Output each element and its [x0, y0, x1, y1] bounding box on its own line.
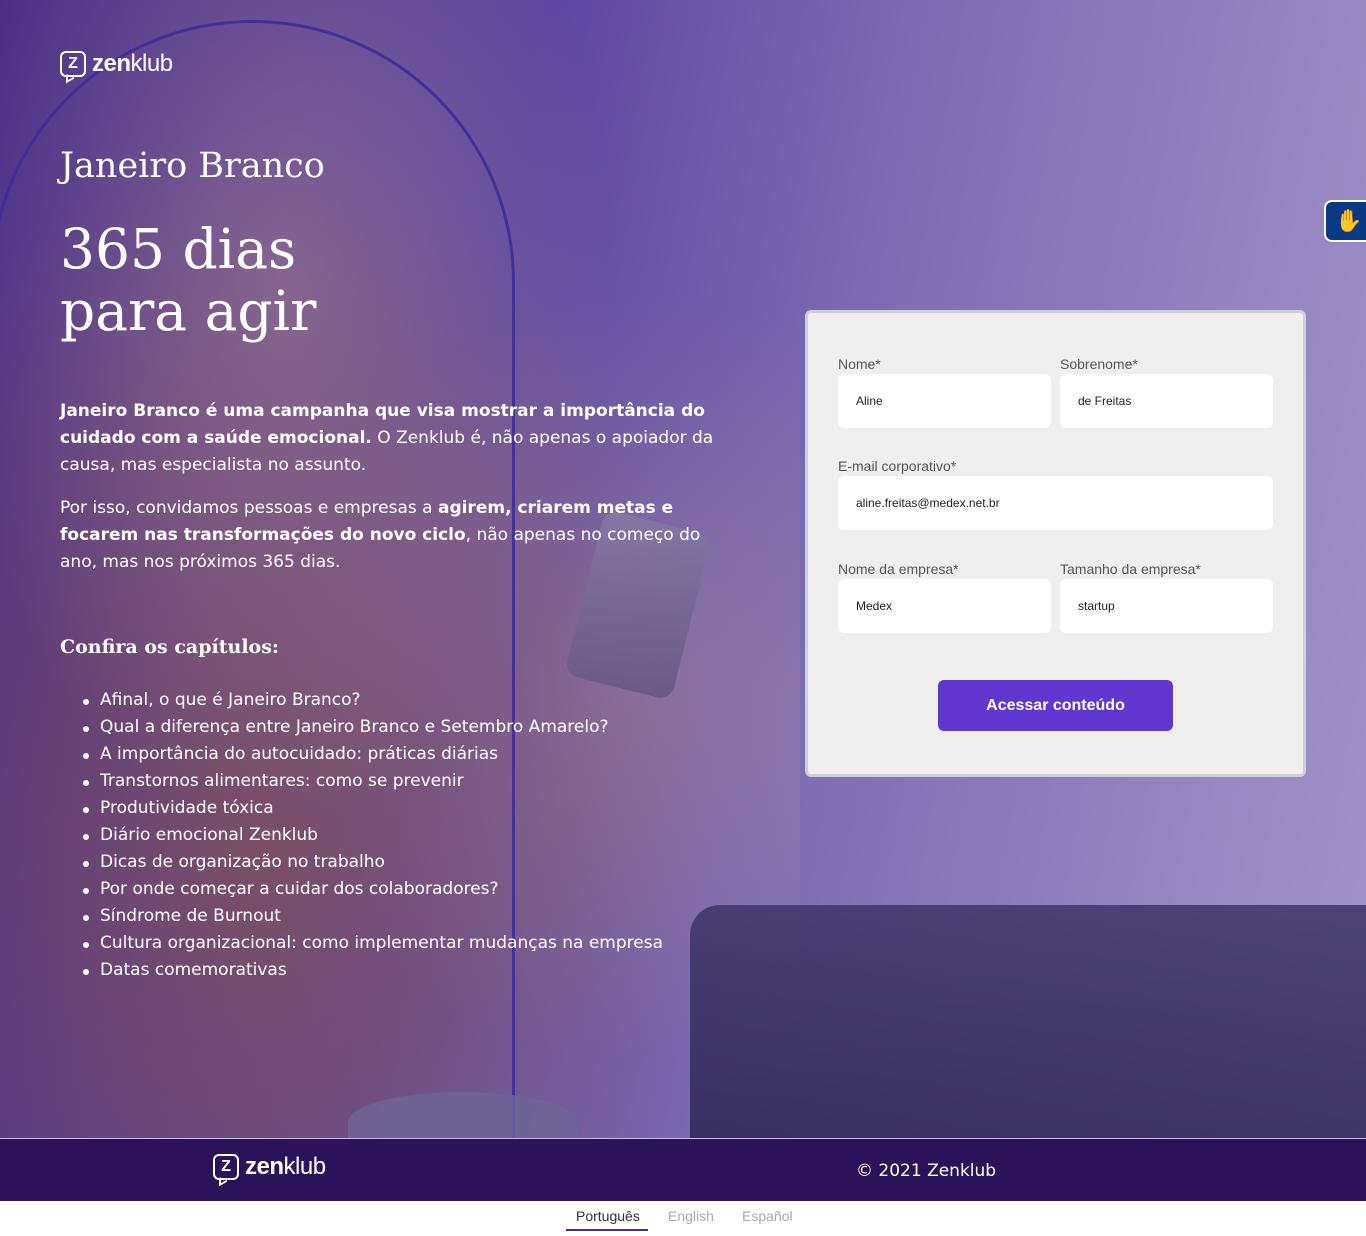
lead-form: Nome* Aline Sobrenome* de Freitas E-mail… — [805, 310, 1306, 777]
list-item: A importância do autocuidado: práticas d… — [82, 741, 663, 768]
email-label: E-mail corporativo* — [838, 458, 957, 474]
last-name-input[interactable]: de Freitas — [1060, 374, 1273, 428]
list-item: Por onde começar a cuidar dos colaborado… — [82, 876, 663, 903]
language-switcher: Português English Español — [0, 1201, 1366, 1236]
logo-wordmark: zenklub — [245, 1153, 326, 1180]
active-language-indicator — [566, 1229, 648, 1231]
list-item: Síndrome de Burnout — [82, 903, 663, 930]
list-item: Produtividade tóxica — [82, 795, 663, 822]
email-field[interactable]: aline.freitas@medex.net.br — [838, 476, 1273, 530]
list-item: Afinal, o que é Janeiro Branco? — [82, 687, 663, 714]
language-spanish[interactable]: Español — [742, 1208, 793, 1224]
intro-paragraph-1: Janeiro Branco é uma campanha que visa m… — [60, 401, 714, 475]
list-item: Datas comemorativas — [82, 957, 663, 984]
language-english[interactable]: English — [668, 1208, 714, 1224]
first-name-input[interactable]: Aline — [838, 374, 1051, 428]
list-item: Dicas de organização no trabalho — [82, 849, 663, 876]
company-name-label: Nome da empresa* — [838, 561, 959, 577]
headline-line-1: 365 dias — [60, 217, 297, 281]
company-name-input[interactable]: Medex — [838, 579, 1051, 633]
chapters-list: Afinal, o que é Janeiro Branco? Qual a d… — [82, 687, 663, 984]
intro-text: Janeiro Branco é uma campanha que visa m… — [60, 398, 720, 592]
language-portuguese[interactable]: Português — [576, 1208, 640, 1224]
list-item: Transtornos alimentares: como se preveni… — [82, 768, 663, 795]
logo-wordmark: zenklub — [92, 50, 173, 77]
headline-line-2: para agir — [60, 279, 317, 343]
hero-section: Z zenklub Janeiro Branco 365 dias para a… — [0, 0, 1366, 1138]
zenklub-logo-icon: Z — [60, 51, 86, 77]
footer-logo[interactable]: Z zenklub — [213, 1153, 326, 1181]
list-item: Diário emocional Zenklub — [82, 822, 663, 849]
accessibility-button[interactable]: ✋ — [1324, 200, 1366, 242]
chapters-title: Confira os capítulos: — [60, 636, 279, 658]
page-headline: 365 dias para agir — [60, 218, 316, 342]
copyright-text: © 2021 Zenklub — [856, 1161, 997, 1181]
company-size-label: Tamanho da empresa* — [1060, 561, 1201, 577]
company-size-select[interactable]: startup — [1060, 579, 1273, 633]
header-logo[interactable]: Z zenklub — [60, 50, 173, 78]
list-item: Cultura organizacional: como implementar… — [82, 930, 663, 957]
access-content-button[interactable]: Acessar conteúdo — [938, 680, 1173, 731]
campaign-title: Janeiro Branco — [60, 146, 325, 186]
intro-paragraph-2: Por isso, convidamos pessoas e empresas … — [60, 498, 701, 572]
first-name-label: Nome* — [838, 356, 881, 372]
list-item: Qual a diferença entre Janeiro Branco e … — [82, 714, 663, 741]
footer: Z zenklub © 2021 Zenklub — [0, 1138, 1366, 1201]
background-sofa — [690, 905, 1366, 1138]
sign-language-hands-icon: ✋ — [1335, 208, 1363, 234]
zenklub-logo-icon: Z — [213, 1154, 239, 1180]
last-name-label: Sobrenome* — [1060, 356, 1138, 372]
